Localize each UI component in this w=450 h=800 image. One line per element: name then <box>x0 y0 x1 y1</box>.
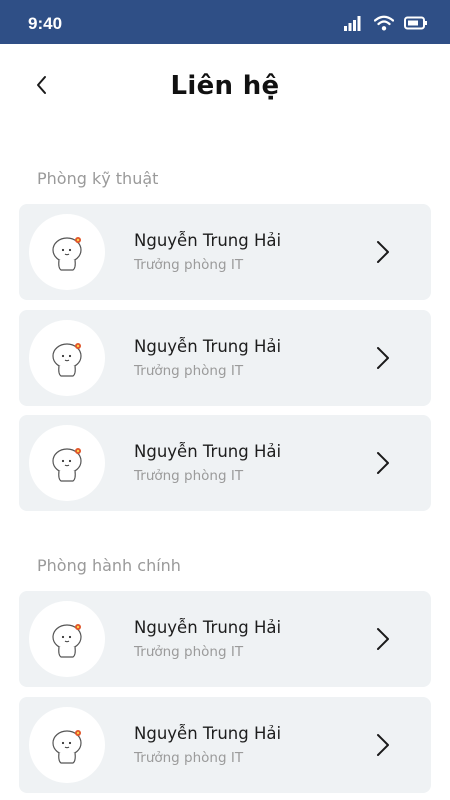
chevron-left-icon <box>34 74 50 100</box>
avatar <box>29 320 105 396</box>
avatar <box>29 425 105 501</box>
contact-name: Nguyễn Trung Hải <box>134 618 282 637</box>
contact-card[interactable]: Nguyễn Trung Hải Trưởng phòng IT <box>19 310 431 406</box>
section-title-administrative: Phòng hành chính <box>37 556 181 575</box>
chevron-right-icon[interactable] <box>363 619 403 659</box>
chevron-right-icon[interactable] <box>363 725 403 765</box>
contact-role: Trưởng phòng IT <box>134 257 244 273</box>
contact-role: Trưởng phòng IT <box>134 644 244 660</box>
contact-role: Trưởng phòng IT <box>134 468 244 484</box>
status-bar: 9:40 <box>0 0 450 44</box>
contact-info: Nguyễn Trung Hải Trưởng phòng IT <box>134 724 363 766</box>
avatar <box>29 707 105 783</box>
avatar-illustration-icon <box>52 448 82 482</box>
contact-info: Nguyễn Trung Hải Trưởng phòng IT <box>134 337 363 379</box>
contact-role: Trưởng phòng IT <box>134 750 244 766</box>
signal-icon <box>344 15 364 31</box>
status-icons <box>344 15 428 31</box>
contact-card[interactable]: Nguyễn Trung Hải Trưởng phòng IT <box>19 591 431 687</box>
contact-info: Nguyễn Trung Hải Trưởng phòng IT <box>134 231 363 273</box>
status-time: 9:40 <box>28 14 63 33</box>
page-title: Liên hệ <box>170 71 280 101</box>
section-title-technical: Phòng kỹ thuật <box>37 169 159 188</box>
contact-name: Nguyễn Trung Hải <box>134 724 282 743</box>
avatar-illustration-icon <box>52 237 82 271</box>
header: Liên hệ <box>0 44 450 128</box>
wifi-icon <box>374 15 394 31</box>
contact-name: Nguyễn Trung Hải <box>134 442 282 461</box>
contact-role: Trưởng phòng IT <box>134 363 244 379</box>
avatar-illustration-icon <box>52 343 82 377</box>
contact-name: Nguyễn Trung Hải <box>134 231 282 250</box>
contact-card[interactable]: Nguyễn Trung Hải Trưởng phòng IT <box>19 415 431 511</box>
avatar-illustration-icon <box>52 624 82 658</box>
contact-info: Nguyễn Trung Hải Trưởng phòng IT <box>134 442 363 484</box>
contact-info: Nguyễn Trung Hải Trưởng phòng IT <box>134 618 363 660</box>
contact-card[interactable]: Nguyễn Trung Hải Trưởng phòng IT <box>19 697 431 793</box>
chevron-right-icon[interactable] <box>363 232 403 272</box>
avatar <box>29 214 105 290</box>
back-button[interactable] <box>22 70 62 104</box>
avatar-illustration-icon <box>52 730 82 764</box>
contact-card[interactable]: Nguyễn Trung Hải Trưởng phòng IT <box>19 204 431 300</box>
contact-name: Nguyễn Trung Hải <box>134 337 282 356</box>
battery-icon <box>404 16 428 30</box>
chevron-right-icon[interactable] <box>363 338 403 378</box>
avatar <box>29 601 105 677</box>
chevron-right-icon[interactable] <box>363 443 403 483</box>
